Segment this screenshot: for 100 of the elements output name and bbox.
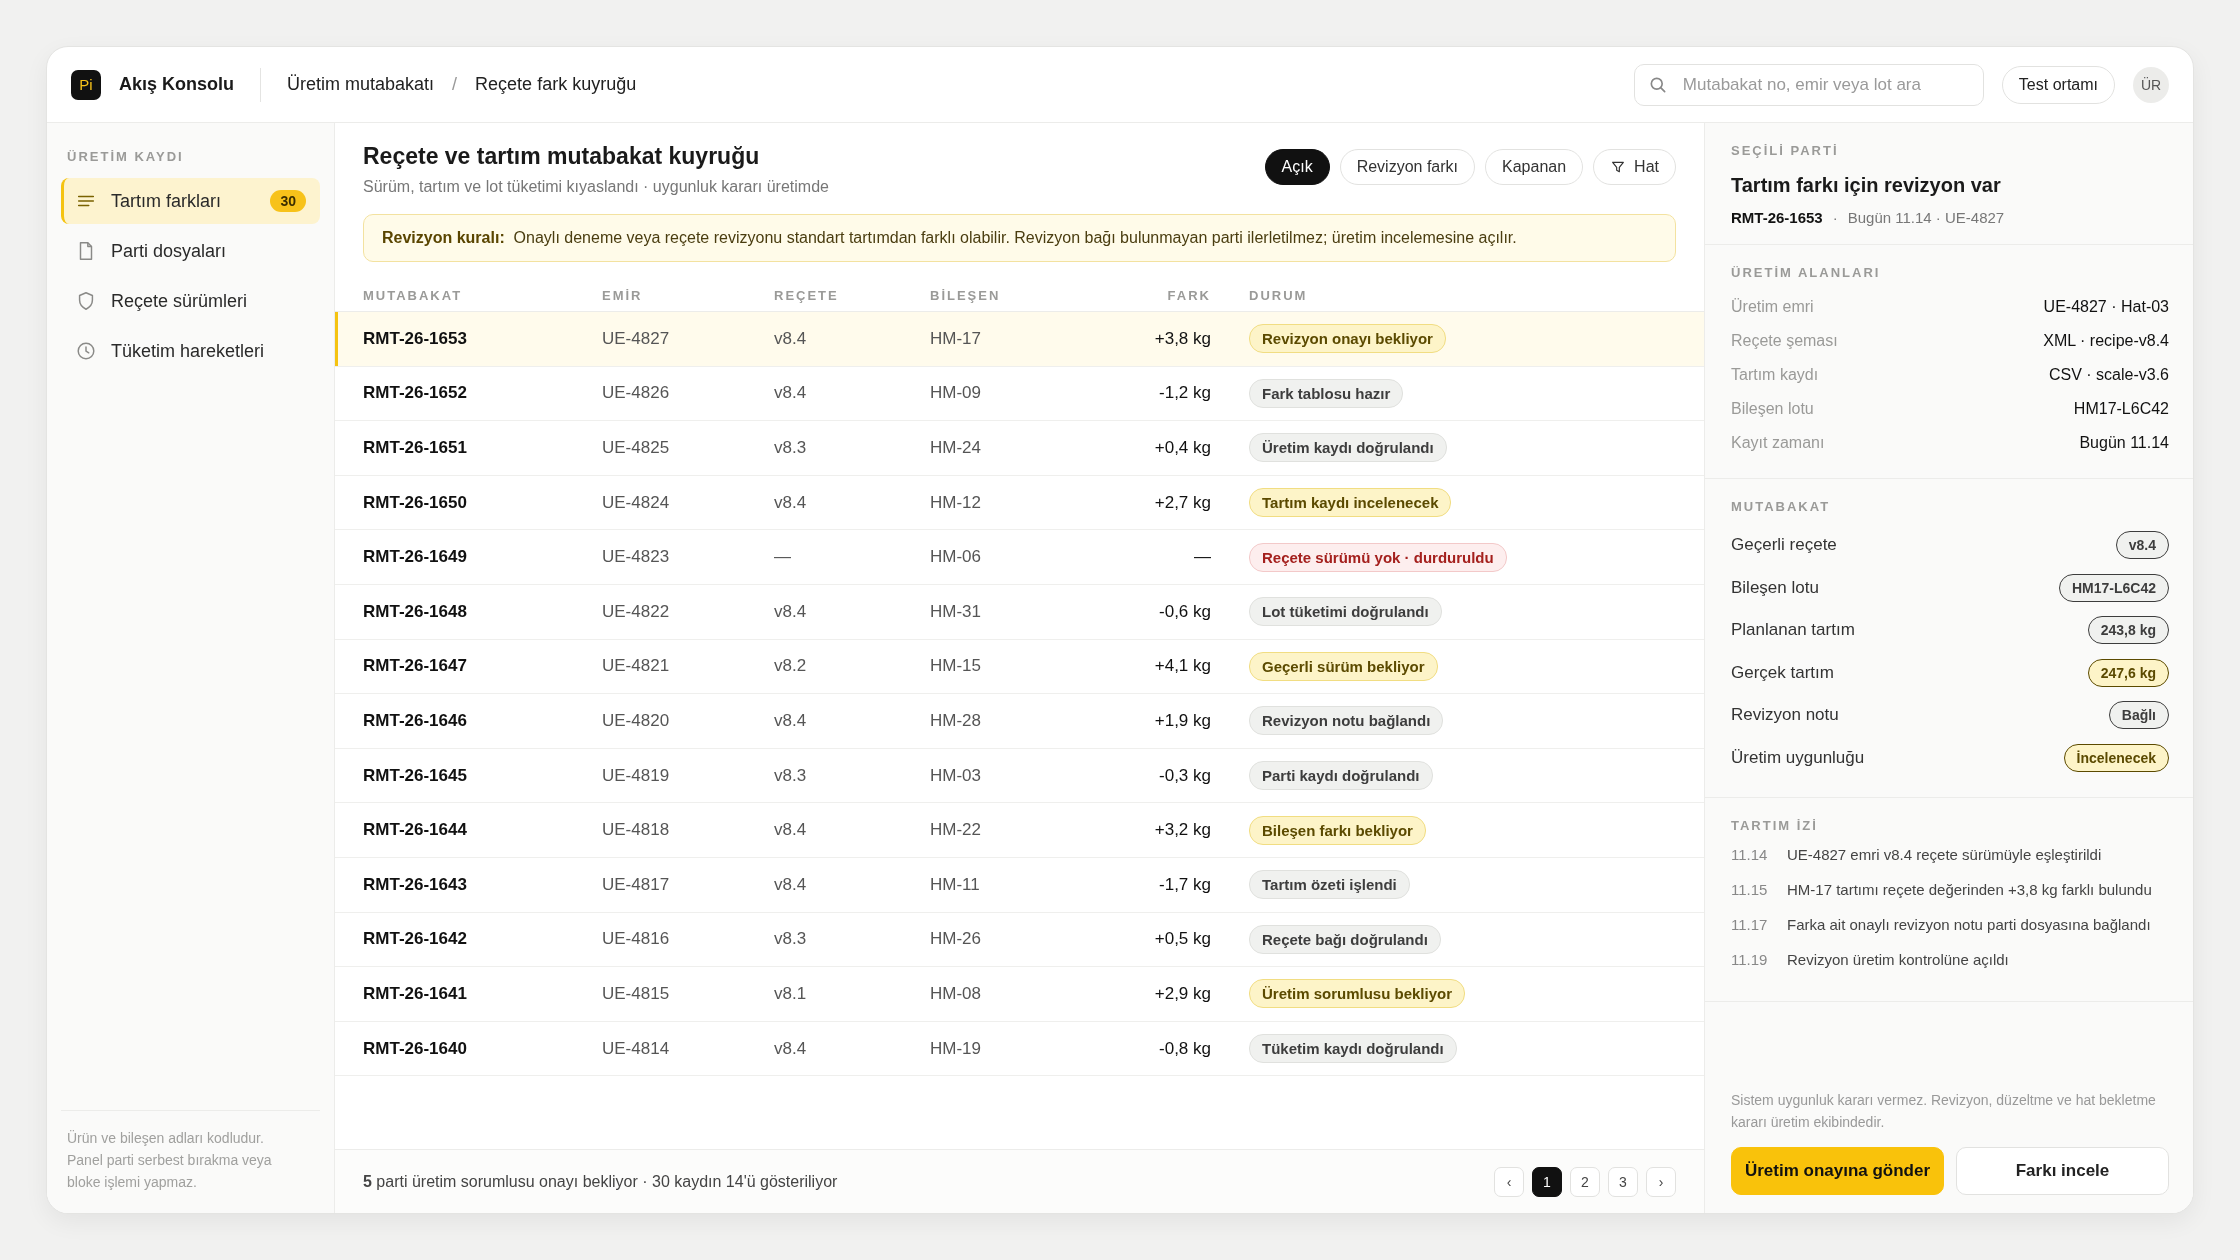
table-cell: HM-17 [930, 311, 1070, 367]
table-cell: HM-28 [930, 693, 1070, 749]
value-pill: 247,6 kg [2087, 658, 2169, 687]
status-badge: Parti kaydı doğrulandı [1249, 761, 1433, 791]
table-cell[interactable]: RMT-26-1647 [335, 639, 602, 694]
table-cell: -0,8 kg [1070, 1021, 1249, 1076]
app-logo: Pi [71, 69, 101, 100]
status-badge: Reçete sürümü yok · durduruldu [1249, 542, 1507, 572]
sidebar-item-label: Reçete sürümleri [111, 290, 249, 312]
table-cell: +3,2 kg [1070, 802, 1249, 858]
disclaimer-text: Sistem uygunluk kararı vermez. Revizyon, düzeltme ve hat bekletme kararı üretim ekibindedir. [1731, 1091, 2157, 1132]
field-label: Planlanan tartım [1731, 620, 1855, 641]
sidebar-item[interactable]: Parti dosyaları [61, 228, 320, 274]
column-header: EMİR [602, 278, 774, 312]
table-cell[interactable]: RMT-26-1643 [335, 857, 602, 913]
table-cell[interactable]: RMT-26-1645 [335, 748, 602, 803]
section-heading: SEÇİLİ PARTİ [1731, 143, 1840, 158]
table-cell[interactable]: RMT-26-1651 [335, 420, 602, 476]
status-badge: Üretim sorumlusu bekliyor [1249, 979, 1466, 1009]
page-button[interactable]: 2 [1570, 1166, 1600, 1197]
page-subtitle: Sürüm, tartım ve lot tüketimi kıyaslandı · uygunluk kararı üretimde [363, 178, 830, 196]
table-cell[interactable]: RMT-26-1640 [335, 1021, 602, 1076]
sidebar-item[interactable]: Reçete sürümleri [61, 278, 320, 324]
breadcrumb-item[interactable]: Reçete fark kuyruğu [475, 74, 637, 95]
environment-button[interactable]: Test ortamı [2001, 65, 2115, 104]
table-cell: — [774, 529, 930, 585]
field-value: XML · recipe-v8.4 [2043, 332, 2169, 350]
filter-chip[interactable]: Hat [1593, 149, 1676, 185]
filter-chip[interactable]: Revizyon farkı [1339, 149, 1476, 185]
field-label: Tartım kaydı [1731, 366, 1819, 384]
table-cell[interactable]: RMT-26-1646 [335, 693, 602, 749]
submit-approval-button[interactable]: Üretim onayına gönder [1731, 1147, 1944, 1195]
sidebar-item-label: Parti dosyaları [111, 240, 228, 262]
sidebar-item-label: Tartım farkları [111, 190, 222, 212]
table-cell: -0,3 kg [1070, 748, 1249, 803]
table-cell: UE-4825 [602, 420, 774, 476]
table-cell: -0,6 kg [1070, 584, 1249, 640]
table-cell: UE-4826 [602, 366, 774, 421]
table-cell: v8.4 [774, 311, 930, 367]
page-title: Reçete ve tartım mutabakat kuyruğu [363, 143, 761, 170]
field-value: UE-4827 · Hat-03 [2043, 298, 2169, 316]
next-page-button[interactable]: › [1646, 1166, 1676, 1197]
filter-icon [1610, 159, 1627, 175]
page-button[interactable]: 1 [1532, 1166, 1562, 1197]
section-heading: ÜRETİM ALANLARI [1731, 265, 1882, 280]
table-cell[interactable]: RMT-26-1641 [335, 966, 602, 1022]
table-cell: +4,1 kg [1070, 639, 1249, 694]
table-cell: HM-12 [930, 475, 1070, 530]
table-cell[interactable]: RMT-26-1648 [335, 584, 602, 640]
field-label: Bileşen lotu [1731, 577, 1819, 598]
table-cell[interactable]: RMT-26-1653 [335, 311, 602, 367]
section-heading: TARTIM İZİ [1731, 818, 1819, 833]
table-cell: v8.1 [774, 966, 930, 1022]
field-label: Geçerli reçete [1731, 535, 1837, 556]
status-badge: Reçete bağı doğrulandı [1249, 924, 1441, 954]
app-name: Akış Konsolu [119, 74, 234, 95]
table-cell: UE-4815 [602, 966, 774, 1022]
filter-chip[interactable]: Kapanan [1485, 149, 1584, 185]
value-pill: v8.4 [2115, 531, 2169, 560]
filter-chip[interactable]: Açık [1264, 149, 1330, 185]
table-cell: UE-4821 [602, 639, 774, 694]
table-cell: +2,9 kg [1070, 966, 1249, 1022]
section-heading: MUTABAKAT [1731, 499, 1832, 514]
table-cell[interactable]: RMT-26-1644 [335, 802, 602, 858]
review-button[interactable]: Farkı incele [1956, 1147, 2169, 1195]
field-label: Gerçek tartım [1731, 662, 1834, 683]
table-cell[interactable]: RMT-26-1652 [335, 366, 602, 421]
table-cell: UE-4817 [602, 857, 774, 913]
status-badge: Üretim kaydı doğrulandı [1249, 433, 1447, 463]
column-header: MUTABAKAT [335, 278, 602, 312]
batch-id: RMT-26-1653 [1731, 209, 1823, 226]
meta-separator: · [1832, 209, 1838, 226]
table-cell: HM-03 [930, 748, 1070, 803]
table-cell: +2,7 kg [1070, 475, 1249, 530]
page-button[interactable]: 3 [1608, 1166, 1638, 1197]
table-cell: HM-11 [930, 857, 1070, 913]
breadcrumb-item[interactable]: Üretim mutabakatı [287, 74, 435, 95]
table-cell: UE-4827 [602, 311, 774, 367]
sidebar-item[interactable]: Tartım farkları 30 [61, 178, 320, 224]
table-cell: -1,2 kg [1070, 366, 1249, 421]
value-pill: 243,8 kg [2087, 616, 2169, 645]
table-cell: UE-4814 [602, 1021, 774, 1076]
status-badge: Lot tüketimi doğrulandı [1249, 597, 1442, 627]
table-cell: — [1070, 529, 1249, 585]
table-cell: v8.2 [774, 639, 930, 694]
table-cell[interactable]: RMT-26-1649 [335, 529, 602, 585]
table-cell: v8.4 [774, 1021, 930, 1076]
status-badge: Geçerli sürüm bekliyor [1249, 651, 1438, 681]
table-cell[interactable]: RMT-26-1650 [335, 475, 602, 530]
table-cell: v8.4 [774, 693, 930, 749]
search-field[interactable]: Mutabakat no, emir veya lot ara [1633, 63, 1984, 106]
table-cell: v8.4 [774, 857, 930, 913]
previous-page-button[interactable]: ‹ [1494, 1166, 1524, 1197]
count-badge: 30 [270, 190, 306, 212]
column-header: BİLEŞEN [930, 278, 1070, 312]
section-heading: ÜRETİM KAYDI [66, 148, 185, 166]
sidebar-item[interactable]: Tüketim hareketleri [61, 328, 320, 374]
table-cell: UE-4823 [602, 529, 774, 585]
table-cell[interactable]: RMT-26-1642 [335, 912, 602, 967]
user-avatar[interactable]: ÜR [2133, 66, 2169, 103]
